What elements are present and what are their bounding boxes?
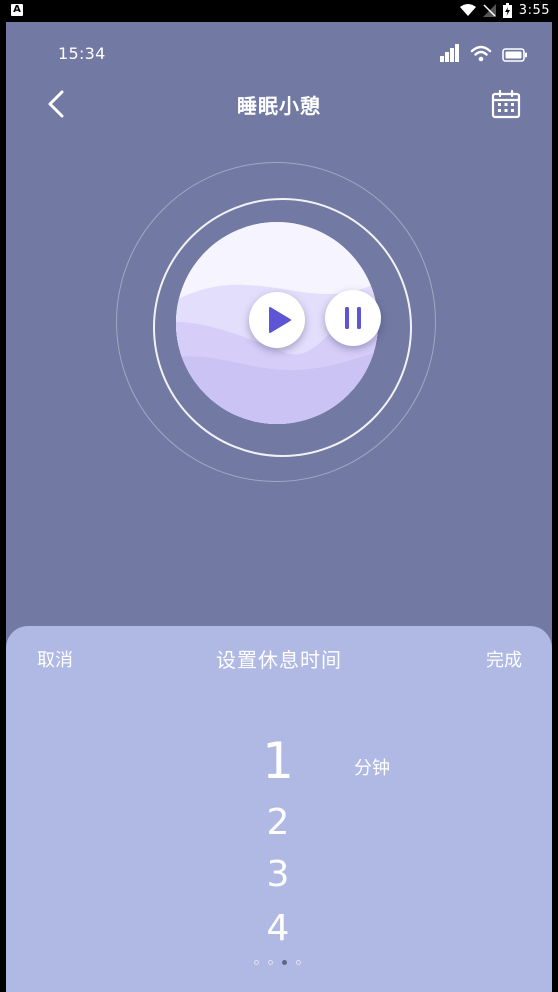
minutes-unit-label: 分钟 — [354, 758, 390, 779]
app-status-bar: 15:34 — [6, 22, 552, 82]
play-icon — [269, 307, 291, 333]
notification-app-icon: A — [11, 4, 23, 16]
pause-icon — [345, 307, 361, 329]
audio-player — [116, 162, 442, 488]
battery-charging-icon — [502, 3, 512, 18]
system-clock: 3:55 — [518, 3, 550, 18]
picker-option[interactable]: 3 — [228, 854, 328, 895]
minutes-picker[interactable]: 1 2 3 4 — [228, 722, 328, 962]
picker-option[interactable]: 2 — [228, 802, 328, 843]
pause-button[interactable] — [325, 290, 381, 346]
page-title: 睡眠小憩 — [237, 94, 321, 118]
wifi-icon — [470, 45, 492, 62]
navigation-bar: 睡眠小憩 — [6, 82, 552, 126]
page-indicator — [254, 960, 301, 965]
app-screen: 15:34 睡眠小憩 取消 设置休息时间 完成 1 2 3 4 分钟 — [6, 22, 552, 992]
system-status-bar: A 3:55 — [0, 0, 558, 22]
cell-signal-icon — [440, 44, 459, 62]
page-dot — [282, 960, 287, 965]
sheet-title: 设置休息时间 — [216, 648, 342, 672]
app-clock: 15:34 — [58, 44, 106, 63]
done-button[interactable]: 完成 — [486, 646, 522, 672]
battery-icon — [502, 48, 527, 62]
calendar-icon — [491, 89, 521, 119]
rest-time-sheet: 取消 设置休息时间 完成 1 2 3 4 分钟 — [6, 626, 552, 992]
page-dot — [254, 960, 259, 965]
play-button[interactable] — [249, 292, 305, 348]
wifi-icon — [459, 4, 476, 16]
page-dot — [268, 960, 273, 965]
picker-option[interactable]: 4 — [228, 908, 328, 949]
calendar-button[interactable] — [490, 88, 522, 120]
page-dot — [296, 960, 301, 965]
picker-option-selected[interactable]: 1 — [228, 732, 328, 790]
no-signal-icon — [482, 4, 496, 17]
